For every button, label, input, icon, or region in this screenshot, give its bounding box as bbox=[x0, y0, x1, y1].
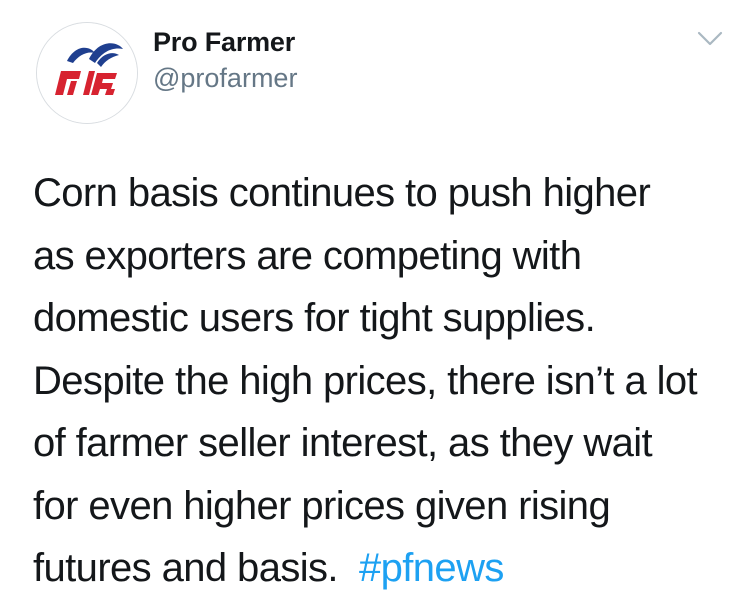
tweet-line: as exporters are competing with bbox=[33, 233, 582, 278]
avatar[interactable] bbox=[36, 22, 138, 124]
pro-farmer-logo bbox=[37, 23, 137, 123]
tweet-line-last: futures and basis. #pfnews bbox=[33, 537, 733, 600]
chevron-down-icon bbox=[697, 31, 723, 46]
user-handle[interactable]: @profarmer bbox=[153, 63, 297, 94]
tweet-text: Corn basis continues to push higher as e… bbox=[33, 162, 733, 600]
hashtag-link[interactable]: #pfnews bbox=[359, 546, 504, 590]
tweet-line: Despite the high prices, there isn’t a l… bbox=[33, 358, 698, 403]
tweet-line: Corn basis continues to push higher bbox=[33, 171, 651, 215]
tweet-line: of farmer seller interest, as they wait bbox=[33, 421, 653, 465]
tweet-line: domestic users for tight supplies. bbox=[33, 296, 596, 340]
tweet-line: for even higher prices given rising bbox=[33, 483, 611, 528]
tweet-line: futures and basis. bbox=[33, 546, 339, 590]
display-name[interactable]: Pro Farmer bbox=[153, 27, 295, 58]
more-options-button[interactable] bbox=[697, 30, 723, 48]
